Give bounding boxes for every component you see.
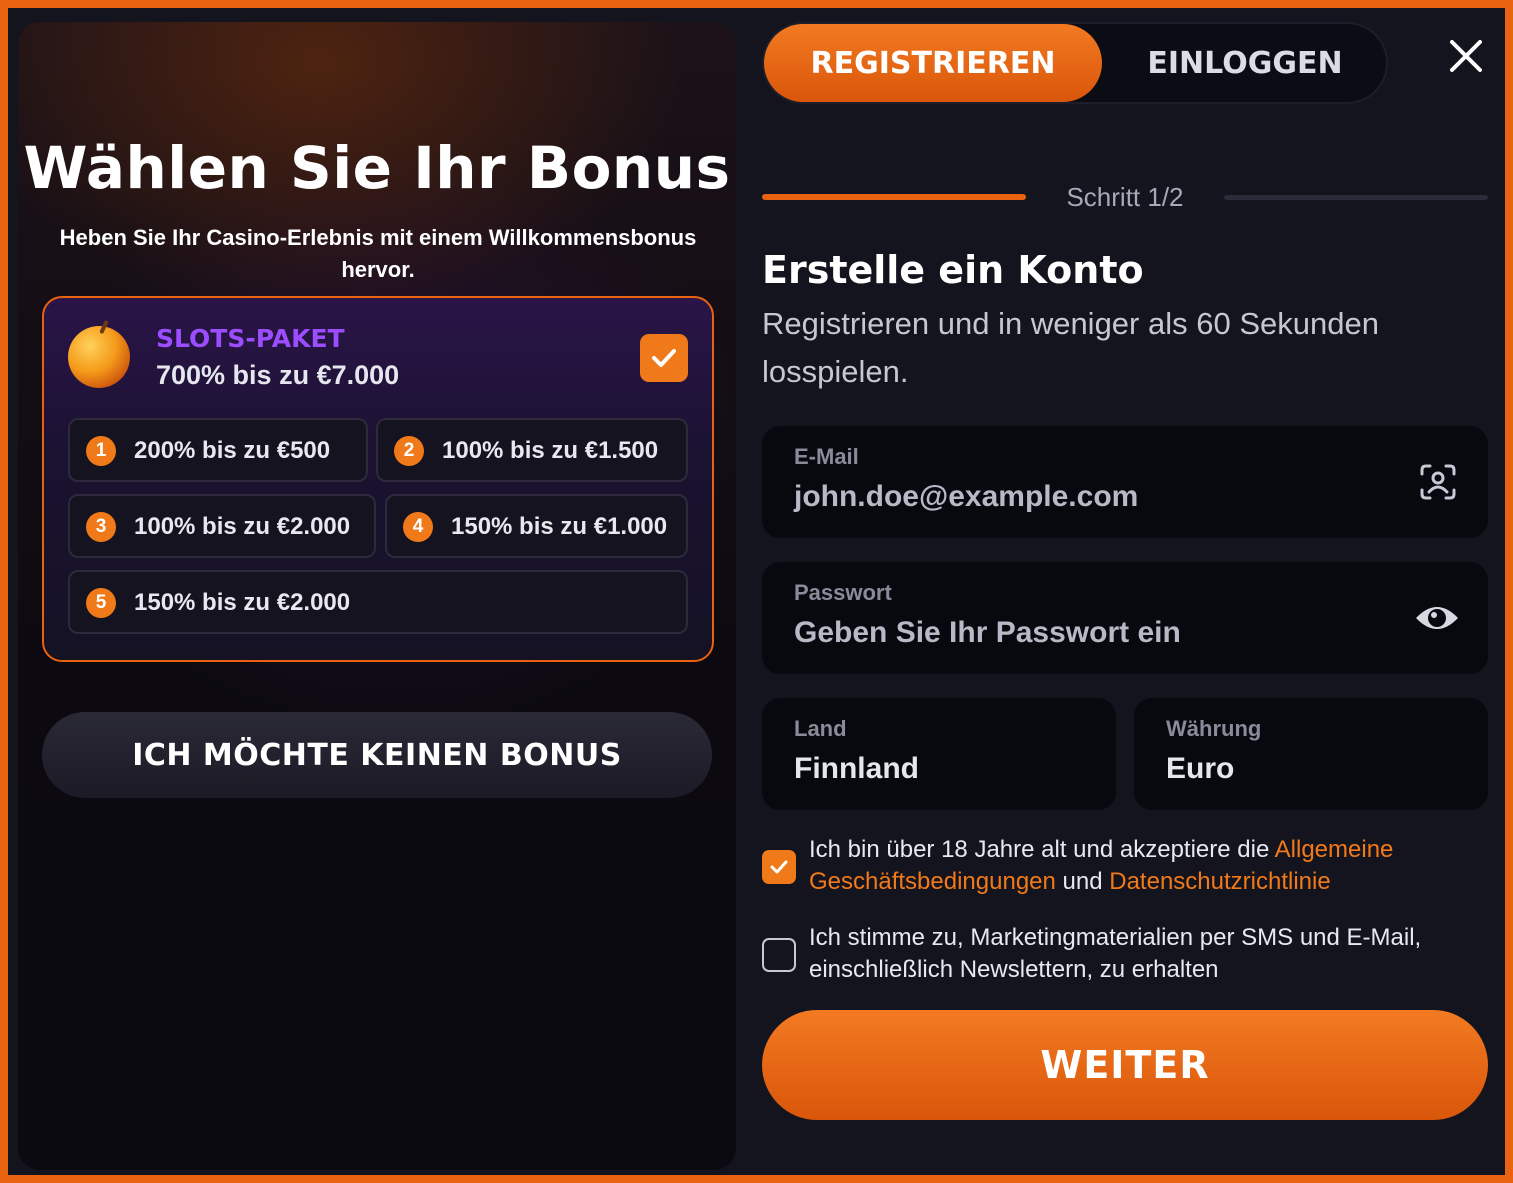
bonus-subtitle: Heben Sie Ihr Casino-Erlebnis mit einem … xyxy=(59,225,697,282)
country-label: Land xyxy=(794,716,847,741)
package-amount: 700% bis zu €7.000 xyxy=(156,360,400,390)
face-scan-icon[interactable] xyxy=(1418,462,1458,502)
step-indicator: Schritt 1/2 xyxy=(1066,182,1184,212)
checkmark-icon xyxy=(652,349,676,367)
offer-number-badge: 5 xyxy=(86,588,116,618)
continue-button[interactable]: WEITER xyxy=(762,1010,1488,1120)
package-selected-checkbox[interactable] xyxy=(640,334,688,382)
terms-text: Ich bin über 18 Jahre alt und akzeptiere… xyxy=(809,834,1459,898)
password-label: Passwort xyxy=(794,580,892,605)
password-input[interactable]: Geben Sie Ihr Passwort ein xyxy=(794,616,1181,650)
apple-icon xyxy=(68,319,130,388)
slots-package-card[interactable]: SLOTS-PAKET 700% bis zu €7.000 1 200% bi… xyxy=(42,296,714,662)
auth-tabs: REGISTRIEREN EINLOGGEN xyxy=(762,22,1388,104)
bonus-offer-5: 5 150% bis zu €2.000 xyxy=(68,570,688,634)
marketing-checkbox[interactable] xyxy=(762,938,796,972)
bonus-title: Wählen Sie Ihr Bonus xyxy=(23,134,731,202)
email-input[interactable]: john.doe@example.com xyxy=(794,480,1138,514)
tab-login[interactable]: EINLOGGEN xyxy=(1102,24,1388,102)
bonus-panel: Wählen Sie Ihr Bonus Heben Sie Ihr Casin… xyxy=(18,22,736,1170)
password-field[interactable]: Passwort Geben Sie Ihr Passwort ein xyxy=(762,562,1488,674)
offer-text: 100% bis zu €1.500 xyxy=(442,437,659,464)
offer-text: 200% bis zu €500 xyxy=(134,437,331,464)
form-subtitle: Registrieren und in weniger als 60 Sekun… xyxy=(762,306,1379,389)
step-progress-inactive xyxy=(1224,195,1488,200)
bonus-offer-1: 1 200% bis zu €500 xyxy=(68,418,368,482)
bonus-offer-3: 3 100% bis zu €2.000 xyxy=(68,494,376,558)
checkmark-icon xyxy=(770,860,788,874)
registration-modal: Wählen Sie Ihr Bonus Heben Sie Ihr Casin… xyxy=(8,8,1505,1175)
country-select[interactable]: Land Finnland xyxy=(762,698,1116,810)
terms-checkbox[interactable] xyxy=(762,850,796,884)
country-value: Finnland xyxy=(794,752,919,785)
bonus-offer-2: 2 100% bis zu €1.500 xyxy=(376,418,688,482)
close-icon[interactable] xyxy=(1446,36,1486,76)
eye-icon[interactable] xyxy=(1414,598,1460,638)
package-name: SLOTS-PAKET xyxy=(156,324,345,353)
email-label: E-Mail xyxy=(794,444,859,469)
offer-number-badge: 2 xyxy=(394,436,424,466)
step-progress-active xyxy=(762,194,1026,200)
marketing-text: Ich stimme zu, Marketingmaterialien per … xyxy=(809,924,1422,983)
offer-number-badge: 1 xyxy=(86,436,116,466)
currency-label: Währung xyxy=(1166,716,1262,741)
offer-number-badge: 4 xyxy=(403,512,433,542)
tab-register[interactable]: REGISTRIEREN xyxy=(764,24,1102,102)
privacy-link[interactable]: Datenschutzrichtlinie xyxy=(1109,868,1330,895)
no-bonus-button[interactable]: ICH MÖCHTE KEINEN BONUS xyxy=(42,712,712,798)
bonus-offer-4: 4 150% bis zu €1.000 xyxy=(385,494,688,558)
terms-text-before: Ich bin über 18 Jahre alt und akzeptiere… xyxy=(809,836,1275,863)
terms-text-mid: und xyxy=(1055,868,1110,895)
currency-value: Euro xyxy=(1166,752,1235,785)
offer-text: 150% bis zu €1.000 xyxy=(451,513,668,540)
form-title: Erstelle ein Konto xyxy=(762,248,1144,292)
offer-text: 100% bis zu €2.000 xyxy=(134,513,351,540)
offer-text: 150% bis zu €2.000 xyxy=(134,589,351,616)
email-field[interactable]: E-Mail john.doe@example.com xyxy=(762,426,1488,538)
currency-select[interactable]: Währung Euro xyxy=(1134,698,1488,810)
offer-number-badge: 3 xyxy=(86,512,116,542)
